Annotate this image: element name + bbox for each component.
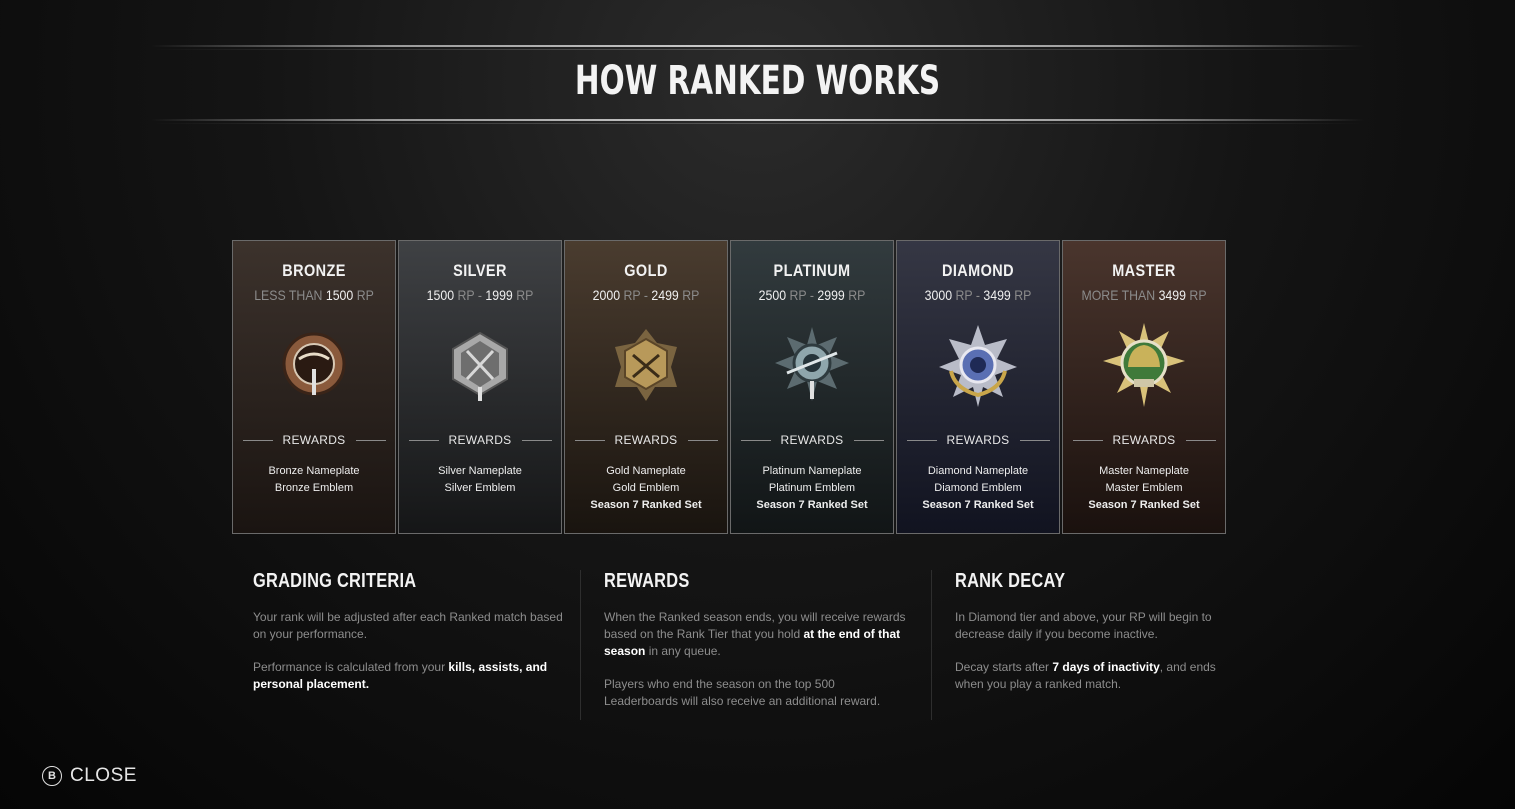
reward-list: Gold Nameplate Gold Emblem Season 7 Ranked… [565,463,727,514]
tier-card-silver: SILVER 1500 RP - 1999 RP REWARDS Silver … [398,240,562,534]
reward-item: Diamond Nameplate [927,465,1029,477]
rewards-header: REWARDS [1063,433,1225,447]
tier-card-gold: GOLD 2000 RP - 2499 RP REWARDS Gold Name… [564,240,728,534]
silver-emblem-icon [399,321,561,411]
tier-cards: BRONZE LESS THAN 1500 RP REWARDS Bronze … [232,240,1226,536]
tier-name: SILVER [453,261,507,280]
page-title: HOW RANKED WORKS [574,58,941,104]
reward-item: Platinum Emblem [768,482,856,494]
tier-name: PLATINUM [773,261,851,280]
reward-item: Silver Emblem [444,482,516,494]
rewards-header: REWARDS [233,433,395,447]
rewards-header: REWARDS [731,433,893,447]
rank-decay-section: RANK DECAY In Diamond tier and above, yo… [955,570,1245,693]
b-button-icon: B [42,766,62,786]
platinum-emblem-icon [731,321,893,411]
reward-item-bonus: Season 7 Ranked Set [1088,499,1200,511]
tier-card-platinum: PLATINUM 2500 RP - 2999 RP REWARDS Plati… [730,240,894,534]
rewards-header: REWARDS [897,433,1059,447]
title-divider-bottom [150,119,1365,124]
diamond-emblem-icon [897,321,1059,411]
reward-list: Master Nameplate Master Emblem Season 7 Ra… [1063,463,1225,514]
title-divider-top [150,45,1365,50]
section-title: RANK DECAY [955,570,1066,592]
reward-item: Gold Emblem [612,482,680,494]
reward-list: Diamond Nameplate Diamond Emblem Season 7 … [897,463,1059,514]
tier-rp-range: 2500 RP - 2999 RP [758,287,866,303]
reward-item-bonus: Season 7 Ranked Set [922,499,1034,511]
title-bar: HOW RANKED WORKS [150,40,1365,130]
tier-rp-range: 2000 RP - 2499 RP [592,287,700,303]
close-button[interactable]: B CLOSE [42,765,137,787]
rewards-header: REWARDS [565,433,727,447]
rewards-section: REWARDS When the Ranked season ends, you… [604,570,909,710]
section-text: Players who end the season on the top 50… [604,677,881,708]
grading-criteria-section: GRADING CRITERIA Your rank will be adjus… [253,570,573,693]
section-divider [931,570,932,720]
tier-name: MASTER [1112,261,1176,280]
reward-item: Bronze Emblem [274,482,354,494]
section-text: When the Ranked season ends, you will re… [604,610,906,658]
tier-card-diamond: DIAMOND 3000 RP - 3499 RP REWARDS Diamon… [896,240,1060,534]
tier-rp-range: LESS THAN 1500 RP [254,287,374,303]
tier-name: GOLD [624,261,668,280]
reward-item: Silver Nameplate [438,465,522,477]
close-label: CLOSE [70,765,137,786]
tier-name: BRONZE [282,261,346,280]
reward-item-bonus: Season 7 Ranked Set [756,499,868,511]
reward-item: Gold Nameplate [606,465,686,477]
section-divider [580,570,581,720]
reward-item: Platinum Nameplate [762,465,862,477]
reward-item: Diamond Emblem [934,482,1022,494]
reward-list: Bronze Nameplate Bronze Emblem [233,463,395,497]
tier-rp-range: 1500 RP - 1999 RP [426,287,534,303]
section-text: Your rank will be adjusted after each Ra… [253,610,563,641]
section-text: In Diamond tier and above, your RP will … [955,610,1212,641]
reward-item: Bronze Nameplate [268,465,360,477]
reward-list: Silver Nameplate Silver Emblem [399,463,561,497]
reward-list: Platinum Nameplate Platinum Emblem Season … [731,463,893,514]
master-emblem-icon [1063,321,1225,411]
section-title: GRADING CRITERIA [253,570,417,592]
tier-name: DIAMOND [941,261,1015,280]
bronze-emblem-icon [233,321,395,411]
rewards-header: REWARDS [399,433,561,447]
tier-card-master: MASTER MORE THAN 3499 RP REWARDS Master … [1062,240,1226,534]
reward-item-bonus: Season 7 Ranked Set [590,499,702,511]
gold-emblem-icon [565,321,727,411]
section-text: Decay starts after 7 days of inactivity,… [955,660,1216,691]
tier-rp-range: MORE THAN 3499 RP [1081,287,1207,303]
section-title: REWARDS [604,570,690,592]
tier-card-bronze: BRONZE LESS THAN 1500 RP REWARDS Bronze … [232,240,396,534]
section-text: Performance is calculated from your kill… [253,660,548,691]
reward-item: Master Nameplate [1099,465,1189,477]
tier-rp-range: 3000 RP - 3499 RP [924,287,1032,303]
reward-item: Master Emblem [1105,482,1183,494]
